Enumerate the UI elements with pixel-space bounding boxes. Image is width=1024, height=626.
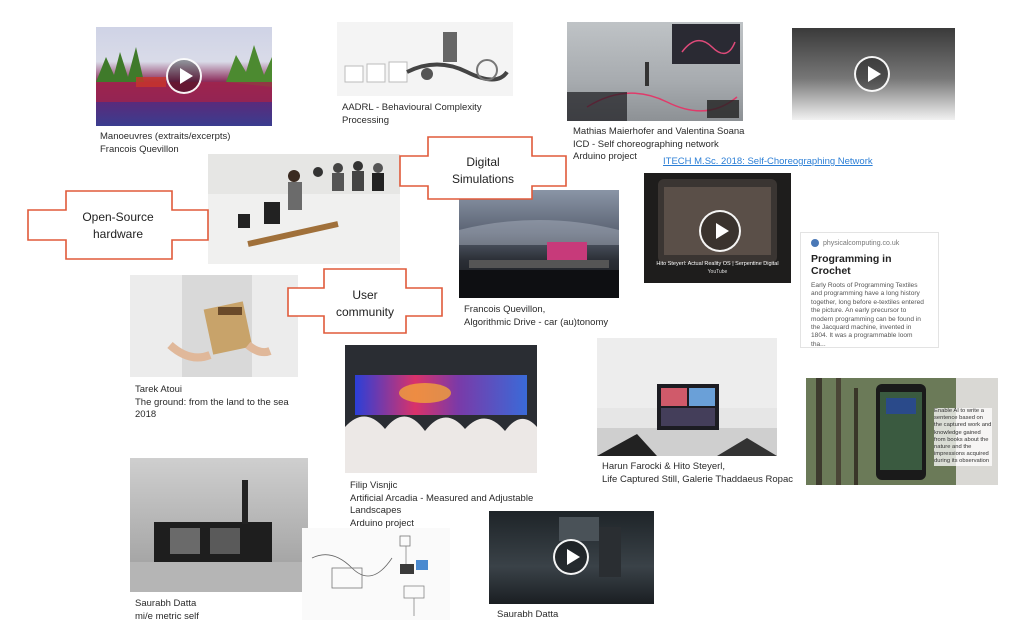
saurabh-device-image [130, 458, 308, 592]
saurabh-video-thumbnail[interactable] [489, 511, 654, 604]
performance-audience-artwork [208, 154, 400, 247]
saurabh-left-caption: Saurabh Datta mi/e metric self [135, 598, 199, 622]
video-title: Hito Steyerl: Actual Reality OS | Serpen… [656, 261, 779, 267]
phone-caption-text: Enable AI to write a sentence based on t… [934, 408, 992, 466]
play-icon[interactable] [553, 539, 589, 575]
link-preview-card[interactable]: physicalcomputing.co.uk Programming in C… [800, 232, 939, 348]
heatmap-landscape-artwork [345, 375, 537, 473]
saurabh-bottom-caption: Saurabh Datta [497, 609, 559, 620]
gray-video-thumbnail[interactable] [792, 28, 955, 120]
sketch-diagram-image [302, 528, 450, 620]
aadrl-caption: AADRL - Behavioural Complexity Processing [342, 102, 482, 126]
wooden-instrument-artwork [167, 275, 272, 377]
gallery-installation-artwork [597, 338, 777, 456]
car-dashboard-artwork [459, 220, 619, 298]
network-performance-artwork [567, 24, 740, 121]
opensource-hardware-photo [208, 154, 400, 264]
harun-image [597, 338, 777, 456]
aadrl-image [337, 22, 513, 96]
device-artwork [130, 480, 308, 592]
itech-link[interactable]: ITECH M.Sc. 2018: Self-Choreographing Ne… [663, 156, 873, 167]
card-title: Programming in Crochet [811, 253, 892, 277]
harun-caption: Harun Farocki & Hito Steyerl, Life Captur… [602, 461, 793, 485]
tarek-image [130, 275, 298, 377]
robot-modules-artwork [344, 32, 509, 83]
manoeuvres-caption: Manoeuvres (extraits/excerpts) Francois Q… [100, 131, 231, 155]
mathias-image [567, 22, 743, 121]
opensource-hardware-label: Open-Source hardware [82, 210, 154, 241]
tarek-caption: Tarek Atoui The ground: from the land to … [135, 384, 289, 420]
wordpress-icon [811, 239, 819, 247]
video-source: YouTube [707, 269, 728, 275]
play-icon[interactable] [854, 56, 890, 92]
sketch-artwork [311, 535, 428, 616]
filip-image [345, 345, 537, 473]
card-site: physicalcomputing.co.uk [823, 239, 900, 247]
digital-simulations-label: Digital Simulations [451, 155, 515, 186]
algorithmic-drive-image [459, 190, 619, 298]
play-icon[interactable] [699, 210, 741, 252]
algorithmic-caption: Francois Quevillon, Algorithmic Drive - c… [464, 304, 609, 328]
user-community-label: User community [335, 288, 394, 319]
manoeuvres-video-thumbnail[interactable] [96, 27, 272, 126]
hito-video-thumbnail[interactable]: Hito Steyerl: Actual Reality OS | Serpen… [644, 173, 791, 283]
forest-phone-image: Enable AI to write a sentence based on t… [806, 378, 998, 485]
play-icon[interactable] [166, 58, 202, 94]
card-body: Early Roots of Programming Textiles and … [811, 282, 924, 348]
